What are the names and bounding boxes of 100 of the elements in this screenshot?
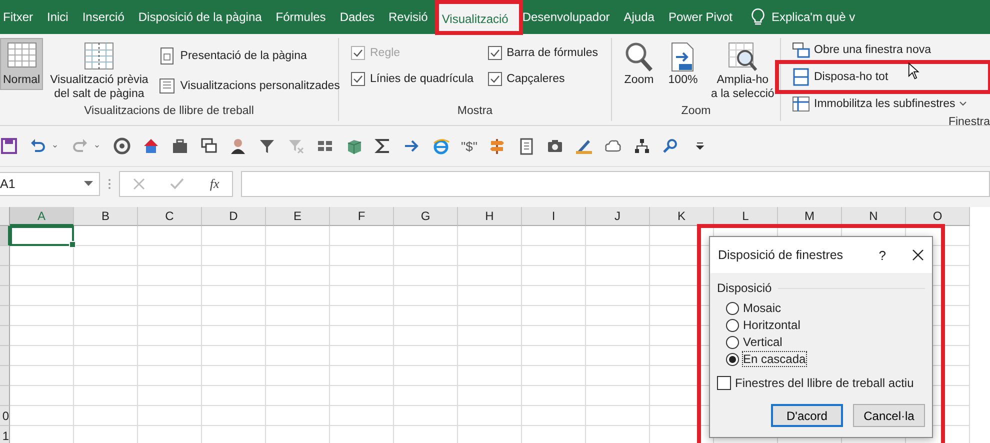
check-icon[interactable] [170, 178, 184, 190]
grid-cell[interactable] [522, 246, 586, 266]
grid-cell[interactable] [266, 286, 330, 306]
grid-cell[interactable] [266, 246, 330, 266]
grid-cell[interactable] [458, 266, 522, 286]
camera-icon[interactable] [546, 137, 564, 155]
name-box[interactable]: A1 [0, 172, 100, 196]
view-button[interactable]: Normal [0, 38, 44, 90]
grid-cell[interactable] [202, 306, 266, 326]
grid-cell[interactable] [330, 386, 394, 406]
row-header[interactable] [0, 346, 10, 366]
grid-cell[interactable] [202, 406, 266, 426]
view-button[interactable]: Visualització prèvia del salt de pàgina [47, 38, 152, 105]
grid-cell[interactable] [74, 386, 138, 406]
row-header[interactable] [0, 286, 10, 306]
grid-cell[interactable] [394, 266, 458, 286]
grid-cell[interactable] [138, 326, 202, 346]
grid-cell[interactable] [202, 386, 266, 406]
grid-cell[interactable] [586, 226, 650, 246]
ribbon-tab[interactable]: Inici [44, 0, 80, 34]
ruler-pencil-icon[interactable] [575, 137, 594, 155]
grid-cell[interactable] [138, 246, 202, 266]
grid-cell[interactable] [522, 326, 586, 346]
grid-cell[interactable] [586, 306, 650, 326]
grid-cell[interactable] [330, 406, 394, 426]
currency-button[interactable]: "$" [461, 138, 478, 154]
grid-cell[interactable] [138, 306, 202, 326]
grid-cell[interactable] [394, 246, 458, 266]
grid-cell[interactable] [10, 266, 74, 286]
redo-icon[interactable] [71, 137, 89, 155]
radio-button[interactable] [726, 336, 739, 348]
grid-cell[interactable] [74, 326, 138, 346]
grid-cell[interactable] [202, 286, 266, 306]
grid-cell[interactable] [202, 366, 266, 386]
active-cell[interactable] [10, 226, 74, 246]
grid-cell[interactable] [202, 266, 266, 286]
column-header[interactable]: O [906, 207, 970, 226]
grid-cell[interactable] [394, 406, 458, 426]
house-icon[interactable] [142, 137, 160, 155]
grid-cell[interactable] [74, 406, 138, 426]
ribbon-tab[interactable]: Power Pivot [665, 0, 744, 34]
column-header[interactable]: A [10, 207, 74, 226]
select-all-corner[interactable] [0, 207, 10, 226]
grid-cell[interactable] [458, 326, 522, 346]
grid-cell[interactable] [586, 386, 650, 406]
person-icon[interactable] [229, 137, 247, 155]
checkbox[interactable] [488, 46, 502, 60]
zoom-button[interactable]: Zoom [620, 38, 658, 90]
grid-cell[interactable] [458, 346, 522, 366]
grid-cell[interactable] [202, 346, 266, 366]
checkbox[interactable] [351, 72, 365, 86]
grid-cell[interactable] [522, 386, 586, 406]
row-header[interactable]: 0 [0, 406, 10, 426]
grid-cell[interactable] [522, 226, 586, 246]
grid-cell[interactable] [394, 286, 458, 306]
grid-cell[interactable] [138, 346, 202, 366]
ring-icon[interactable] [113, 137, 131, 155]
grid-cell[interactable] [330, 306, 394, 326]
column-header[interactable]: G [394, 207, 458, 226]
checkbox-label[interactable]: Finestres del llibre de treball actiu [735, 376, 914, 390]
column-header[interactable]: C [138, 207, 202, 226]
grid-cell[interactable] [10, 326, 74, 346]
grid-cell[interactable] [138, 406, 202, 426]
row-header[interactable] [0, 266, 10, 286]
checkbox[interactable] [488, 72, 502, 86]
row-header[interactable] [0, 246, 10, 266]
tell-me-label[interactable]: Explica'm què v [771, 10, 856, 24]
zoom-button[interactable]: Amplia-ho a la selecció [708, 38, 778, 105]
grid-cell[interactable] [266, 226, 330, 246]
row-header[interactable] [0, 306, 10, 326]
grid-cell[interactable] [586, 366, 650, 386]
grid-cell[interactable] [586, 326, 650, 346]
grid-cell[interactable] [138, 266, 202, 286]
formula-input[interactable] [241, 171, 990, 197]
grid-cell[interactable] [394, 346, 458, 366]
dialog-button[interactable]: Cancel·la [853, 404, 925, 427]
row-header[interactable] [0, 226, 10, 246]
close-icon[interactable] [912, 249, 924, 261]
grid-cell[interactable] [522, 266, 586, 286]
grid-cell[interactable] [10, 366, 74, 386]
column-header[interactable]: I [522, 207, 586, 226]
grid-cell[interactable] [10, 286, 74, 306]
grid-cell[interactable] [522, 406, 586, 426]
row-header[interactable]: 1 [0, 426, 10, 443]
grid-cell[interactable] [458, 286, 522, 306]
hierarchy-icon[interactable] [633, 137, 652, 155]
grid-cell[interactable] [138, 386, 202, 406]
ribbon-tab[interactable]: Fórmules [272, 0, 337, 34]
grid-cell[interactable] [266, 266, 330, 286]
ribbon-tab[interactable]: Fitxer [0, 0, 44, 34]
grid-cell[interactable] [266, 406, 330, 426]
grid-cell[interactable] [394, 226, 458, 246]
cube-icon[interactable] [345, 137, 363, 155]
grid-cell[interactable] [202, 226, 266, 246]
grid-cell[interactable] [330, 246, 394, 266]
insert-function-button[interactable]: fx [210, 176, 220, 192]
grid-cell[interactable] [330, 226, 394, 246]
grid-cell[interactable] [586, 266, 650, 286]
grid-cell[interactable] [138, 286, 202, 306]
ribbon-tab[interactable]: Inserció [79, 0, 136, 34]
